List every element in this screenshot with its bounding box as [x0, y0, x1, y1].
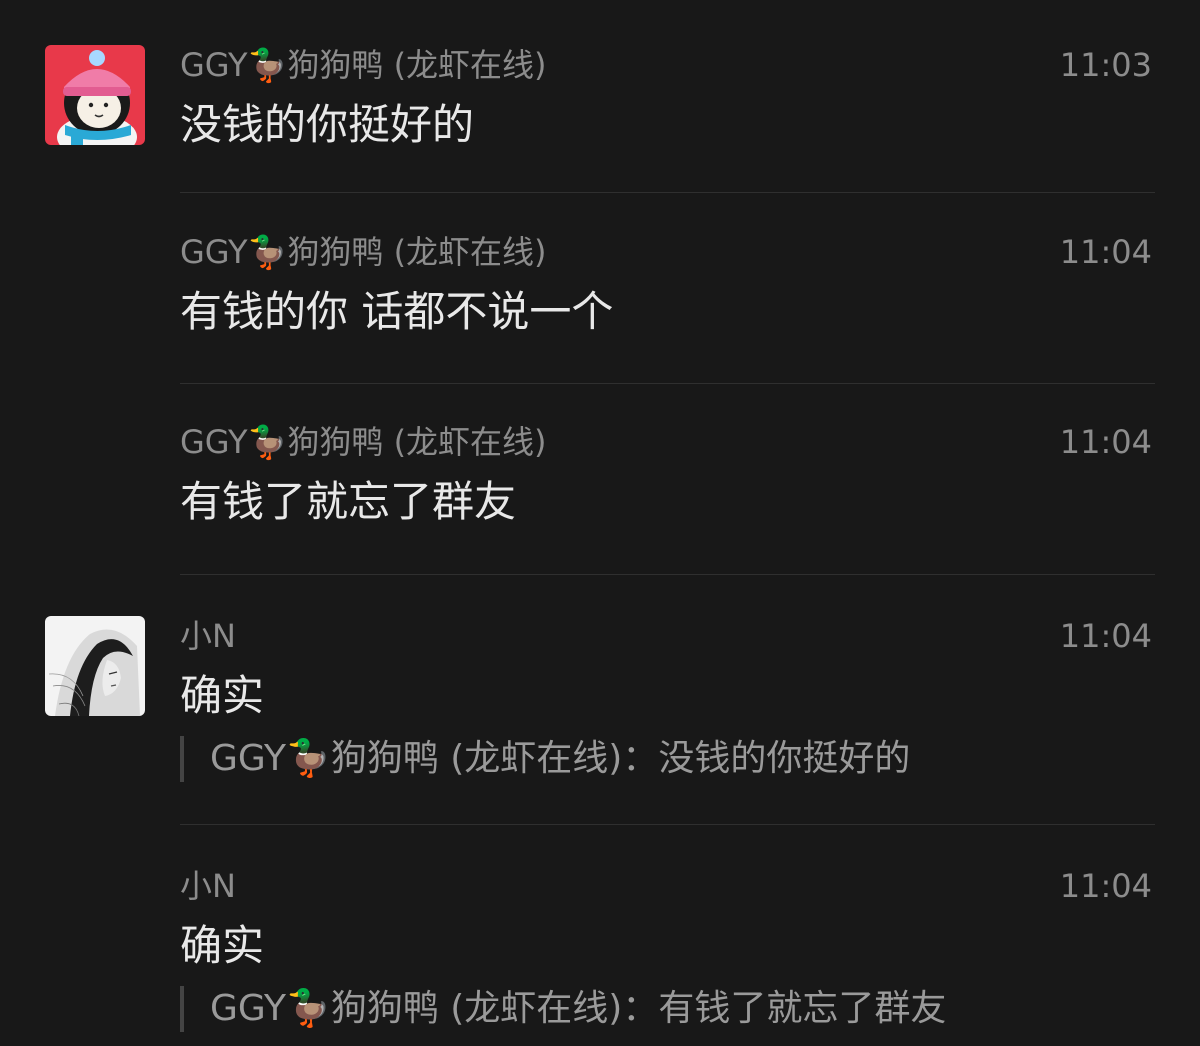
- sender-name[interactable]: 小N: [180, 866, 236, 906]
- penguin-avatar[interactable]: [45, 45, 145, 145]
- message-divider: [180, 383, 1155, 384]
- sender-name[interactable]: GGY🦆狗狗鸭 (龙虾在线): [180, 232, 547, 272]
- chat-message-list: GGY🦆狗狗鸭 (龙虾在线) 11:03 没钱的你挺好的 GGY🦆狗狗鸭 (龙虾…: [0, 0, 1200, 1046]
- message-time: 11:04: [1059, 617, 1152, 655]
- sender-name[interactable]: 小N: [180, 616, 236, 656]
- message-item: GGY🦆狗狗鸭 (龙虾在线) 11:04 有钱的你 话都不说一个: [0, 232, 1200, 342]
- message-item: 小N 11:04 确实 GGY🦆狗狗鸭 (龙虾在线)：有钱了就忘了群友: [0, 866, 1200, 1041]
- sender-name[interactable]: GGY🦆狗狗鸭 (龙虾在线): [180, 422, 547, 462]
- message-item: GGY🦆狗狗鸭 (龙虾在线) 11:04 有钱了就忘了群友: [0, 422, 1200, 532]
- sender-name[interactable]: GGY🦆狗狗鸭 (龙虾在线): [180, 45, 547, 85]
- message-divider: [180, 574, 1155, 575]
- message-time: 11:03: [1059, 46, 1152, 84]
- message-divider: [180, 192, 1155, 193]
- quoted-reply[interactable]: GGY🦆狗狗鸭 (龙虾在线)：有钱了就忘了群友: [180, 986, 946, 1032]
- message-time: 11:04: [1059, 233, 1152, 271]
- message-item: 小N 11:04 确实 GGY🦆狗狗鸭 (龙虾在线)：没钱的你挺好的: [0, 616, 1200, 791]
- message-text[interactable]: 没钱的你挺好的: [180, 99, 474, 151]
- message-text[interactable]: 确实: [180, 920, 264, 972]
- message-item: GGY🦆狗狗鸭 (龙虾在线) 11:03 没钱的你挺好的: [0, 45, 1200, 155]
- message-time: 11:04: [1059, 423, 1152, 461]
- message-divider: [180, 824, 1155, 825]
- message-text[interactable]: 有钱的你 话都不说一个: [180, 286, 613, 338]
- message-text[interactable]: 有钱了就忘了群友: [180, 476, 516, 528]
- quoted-reply[interactable]: GGY🦆狗狗鸭 (龙虾在线)：没钱的你挺好的: [180, 736, 910, 782]
- message-text[interactable]: 确实: [180, 670, 264, 722]
- message-time: 11:04: [1059, 867, 1152, 905]
- girl-sketch-avatar[interactable]: [45, 616, 145, 716]
